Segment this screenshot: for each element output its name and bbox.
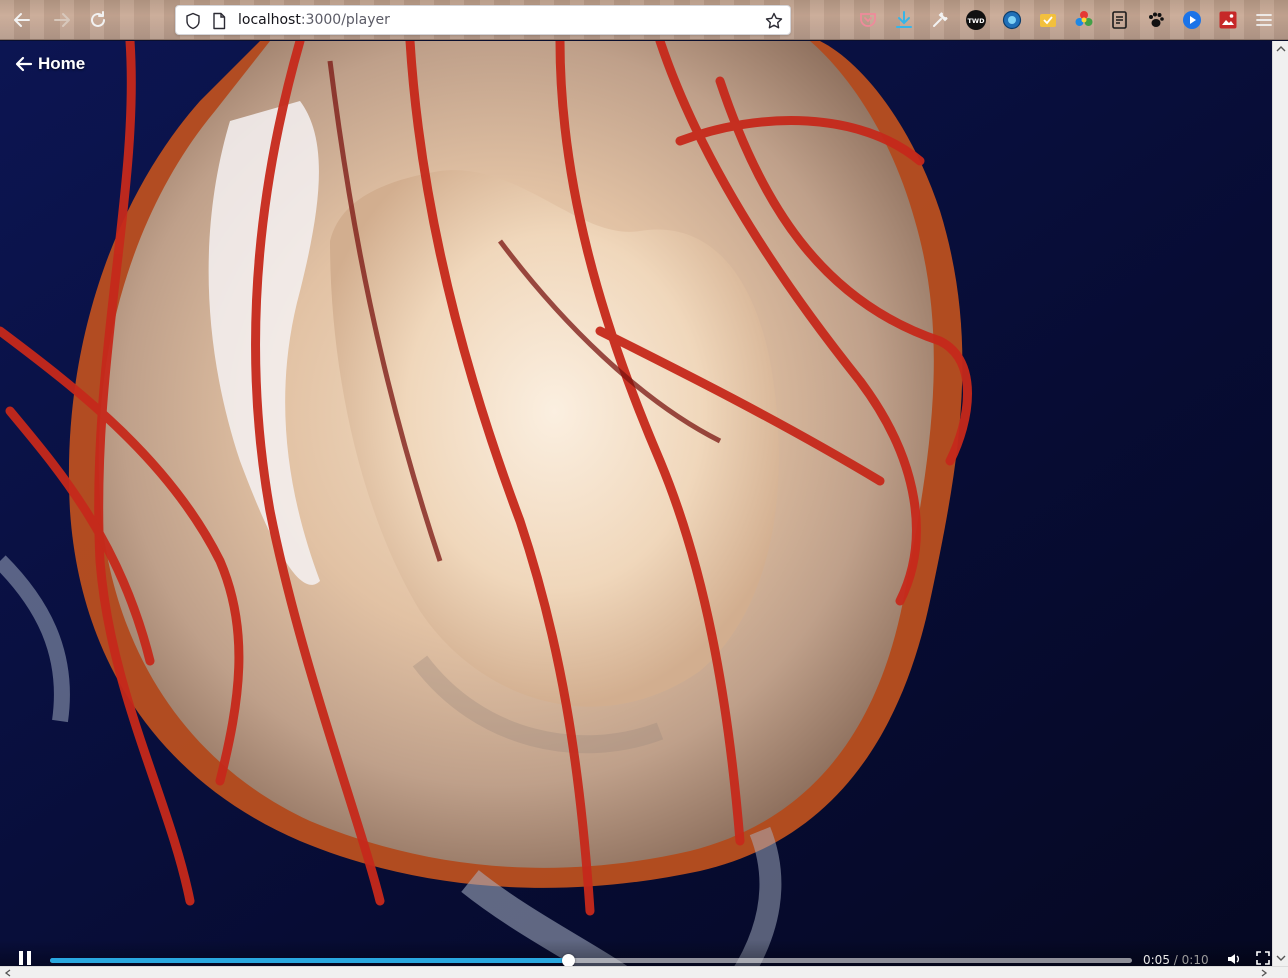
url-path: :3000/player <box>300 12 390 28</box>
globe-extension-button[interactable] <box>1002 10 1022 30</box>
video-frame-illustration <box>0 41 1288 978</box>
scroll-left-icon[interactable] <box>4 969 12 977</box>
download-icon <box>896 11 912 28</box>
downloads-button[interactable] <box>894 10 914 30</box>
image-extension-icon <box>1219 11 1237 29</box>
color-wheel-button[interactable] <box>1074 10 1094 30</box>
twd-label: TWD <box>968 17 986 25</box>
main-menu-button[interactable] <box>1254 10 1274 30</box>
fullscreen-icon[interactable] <box>1256 951 1270 965</box>
notes-icon <box>1112 11 1127 29</box>
paw-button[interactable] <box>1146 10 1166 30</box>
shield-icon[interactable] <box>184 12 202 30</box>
pocket-button[interactable] <box>858 10 878 30</box>
current-time: 0:05 <box>1143 953 1170 967</box>
jellyfish-video-frame[interactable] <box>0 41 1288 978</box>
home-link-label: Home <box>38 54 86 73</box>
browser-toolbar: localhost:3000/player TWD <box>0 0 1288 40</box>
twd-extension-icon: TWD <box>966 10 986 30</box>
back-arrow-icon <box>14 13 30 27</box>
star-icon[interactable] <box>764 11 784 31</box>
wrench-icon <box>933 12 948 27</box>
progress-fill <box>50 958 569 963</box>
horizontal-scrollbar[interactable] <box>0 966 1288 978</box>
pocket-icon <box>860 13 876 27</box>
video-controls: 0:05 / 0:10 <box>0 940 1272 967</box>
video-player[interactable]: Home 0:05 / 0:10 <box>0 41 1288 978</box>
play-extension-icon <box>1183 11 1201 29</box>
reload-icon <box>91 11 105 27</box>
image-extension-button[interactable] <box>1218 10 1238 30</box>
time-display: 0:05 / 0:10 <box>1143 953 1209 967</box>
scroll-down-icon[interactable] <box>1276 954 1286 962</box>
tools-button[interactable] <box>930 10 950 30</box>
home-link[interactable]: Home <box>14 52 85 76</box>
progress-bar[interactable] <box>50 954 1132 967</box>
back-button[interactable] <box>10 8 34 32</box>
color-wheel-icon <box>1075 11 1093 26</box>
forward-button[interactable] <box>50 8 74 32</box>
folder-extension-icon <box>1040 14 1056 27</box>
vertical-scrollbar[interactable] <box>1272 41 1288 966</box>
volume-icon[interactable] <box>1226 951 1242 967</box>
globe-extension-icon <box>1002 10 1022 30</box>
address-bar[interactable]: localhost:3000/player <box>175 5 791 35</box>
hamburger-menu-icon <box>1256 14 1272 26</box>
folder-extension-button[interactable] <box>1038 10 1058 30</box>
pause-icon[interactable] <box>18 950 32 966</box>
forward-arrow-icon <box>54 13 70 27</box>
notes-button[interactable] <box>1110 10 1130 30</box>
url-text[interactable]: localhost:3000/player <box>238 12 390 28</box>
play-extension-button[interactable] <box>1182 10 1202 30</box>
scroll-right-icon[interactable] <box>1260 969 1268 977</box>
page-icon <box>213 12 226 30</box>
time-separator: / <box>1173 953 1178 967</box>
paw-icon <box>1149 12 1164 27</box>
reload-button[interactable] <box>86 8 110 32</box>
url-host: localhost <box>238 12 301 28</box>
arrow-left-icon <box>15 56 33 72</box>
duration: 0:10 <box>1181 953 1209 967</box>
twd-extension-button[interactable]: TWD <box>966 10 986 30</box>
scroll-up-icon[interactable] <box>1276 45 1286 53</box>
